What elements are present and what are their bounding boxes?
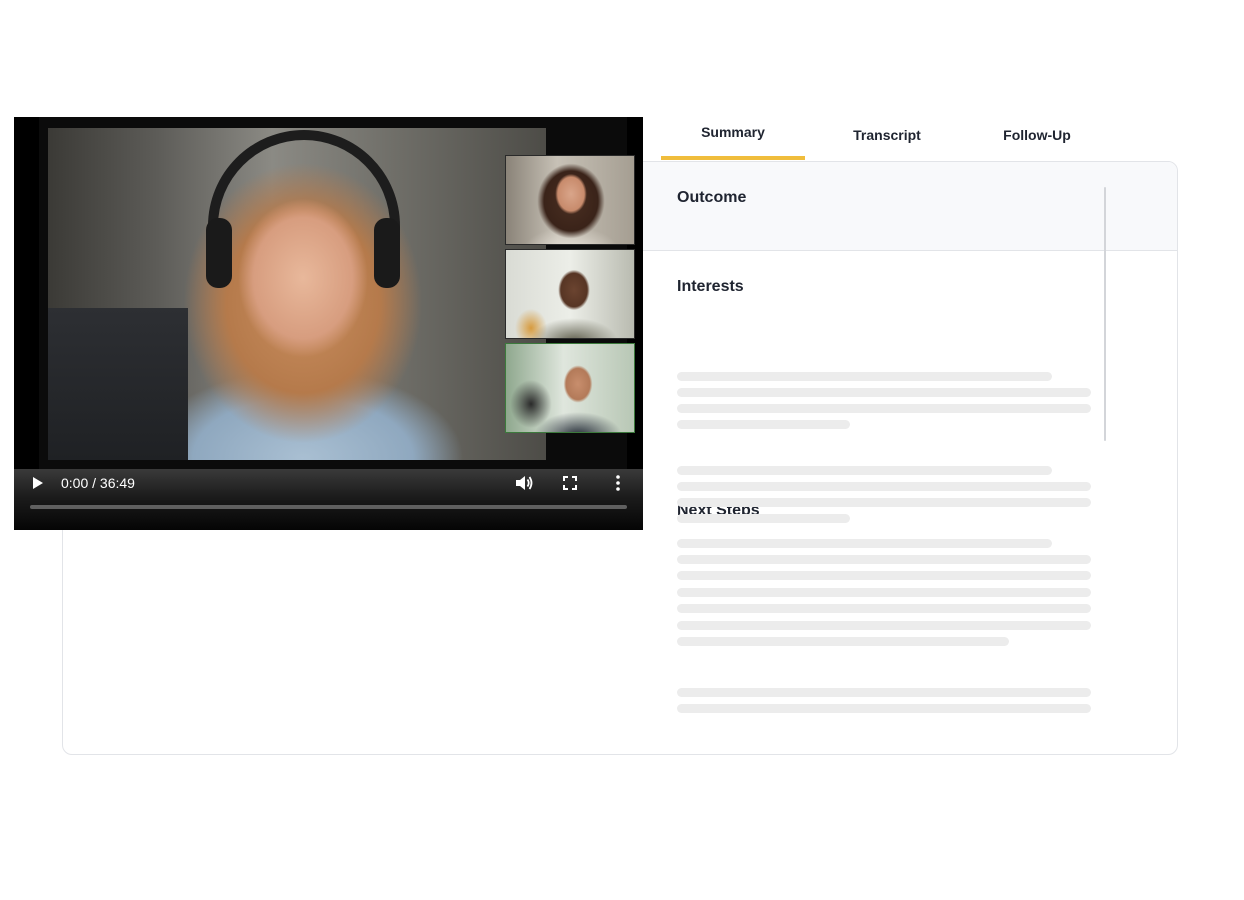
placeholder-line <box>677 498 1091 507</box>
summary-scrollbar[interactable] <box>1104 187 1106 441</box>
participant-tile-1 <box>505 155 635 245</box>
placeholder-line <box>677 688 1091 697</box>
play-icon <box>33 477 43 489</box>
placeholder-line <box>677 604 1091 613</box>
summary-tabs: Summary Transcript Follow-Up <box>661 114 1111 160</box>
participant-tile-3 <box>505 343 635 433</box>
video-frame <box>39 117 635 469</box>
placeholder-line <box>677 621 1091 630</box>
placeholder-line <box>677 555 1091 564</box>
fullscreen-button[interactable] <box>562 472 578 494</box>
headphone-left <box>206 218 232 288</box>
volume-button[interactable] <box>514 472 534 494</box>
placeholder-line <box>677 466 1052 475</box>
participant-tile-2 <box>505 249 635 339</box>
summary-panel: Outcome Interests Next Steps <box>677 187 1107 713</box>
tab-transcript[interactable]: Transcript <box>805 114 969 160</box>
placeholder-line <box>677 388 1091 397</box>
fullscreen-icon <box>563 476 577 490</box>
main-participant-video <box>48 128 546 460</box>
placeholder-line <box>677 482 1091 491</box>
section-title-outcome: Outcome <box>677 189 747 206</box>
placeholder-line <box>677 514 850 523</box>
placeholder-line <box>677 704 1091 713</box>
placeholder-line <box>677 637 1009 646</box>
placeholder-line <box>677 420 850 429</box>
more-vertical-icon <box>616 475 620 491</box>
tab-follow-up[interactable]: Follow-Up <box>969 114 1105 160</box>
time-display: 0:00 / 36:49 <box>61 475 135 491</box>
placeholder-line <box>677 588 1091 597</box>
seek-bar[interactable] <box>30 505 627 509</box>
placeholder-line <box>677 372 1052 381</box>
kitchen-cabinet <box>48 308 188 460</box>
tab-summary[interactable]: Summary <box>661 114 805 160</box>
video-player[interactable]: 0:00 / 36:49 <box>14 117 643 530</box>
placeholder-line <box>677 539 1052 548</box>
section-title-interests: Interests <box>677 278 744 295</box>
headphones-band <box>208 130 400 260</box>
video-controls: 0:00 / 36:49 <box>14 469 643 530</box>
placeholder-line <box>677 404 1091 413</box>
play-button[interactable] <box>30 472 46 494</box>
volume-icon <box>516 476 533 490</box>
headphone-right <box>374 218 400 288</box>
placeholder-line <box>677 571 1091 580</box>
more-options-button[interactable] <box>612 472 624 494</box>
